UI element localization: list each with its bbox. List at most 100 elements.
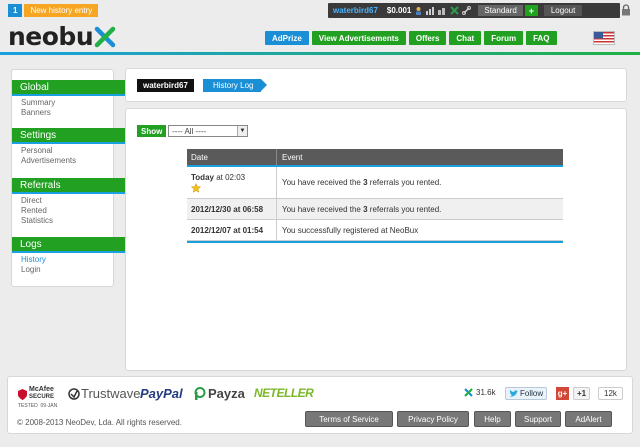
neobux-follower-count: 31.6k [476, 388, 496, 397]
privacy-policy-link[interactable]: Privacy Policy [397, 411, 469, 427]
terms-of-service-link[interactable]: Terms of Service [305, 411, 393, 427]
sidebar-item-summary[interactable]: Summary [21, 98, 55, 107]
trustwave-badge[interactable]: Trustwave [68, 386, 140, 401]
breadcrumb-user[interactable]: waterbird67 [137, 79, 194, 92]
table-row: Today at 02:03 You have received the 3 r… [187, 167, 563, 199]
sidebar-section-global: Global [12, 80, 126, 96]
payza-icon [194, 387, 206, 400]
notification-count: 1 [8, 4, 23, 17]
sidebar-item-personal[interactable]: Personal [21, 146, 53, 155]
trustwave-icon [68, 387, 80, 400]
row-date-time: at 01:54 [231, 225, 264, 235]
logo-wordmark: neobu [8, 22, 94, 51]
logo-x-icon [94, 26, 116, 48]
username-link[interactable]: waterbird67 [333, 6, 378, 15]
nav-faq[interactable]: FAQ [526, 31, 557, 45]
logout-button[interactable]: Logout [543, 5, 583, 16]
trustwave-text: Trustwave [81, 386, 141, 401]
column-header-date: Date [187, 149, 277, 165]
payza-badge[interactable]: Payza [194, 386, 245, 401]
mcafee-shield-icon [18, 389, 27, 400]
sidebar-item-login[interactable]: Login [21, 265, 41, 274]
breadcrumb: waterbird67 History Log [125, 68, 627, 102]
sidebar-item-direct[interactable]: Direct [21, 196, 42, 205]
nav-view-advertisements[interactable]: View Advertisements [311, 31, 406, 45]
neobux-logo[interactable]: neobu [8, 22, 116, 51]
row-date: 2012/12/30 at 06:58 [187, 199, 277, 219]
sidebar-item-advertisements[interactable]: Advertisements [21, 156, 76, 165]
mcafee-tested-text: TESTED 09-JAN [18, 403, 58, 409]
event-text-end: referrals you rented. [367, 204, 442, 214]
row-event: You have received the 3 referrals you re… [277, 167, 563, 198]
filter-select[interactable]: ---- All ---- ▼ [168, 125, 248, 137]
notification-text[interactable]: New history entry [24, 4, 99, 17]
nav-offers[interactable]: Offers [408, 31, 447, 45]
sidebar-item-banners[interactable]: Banners [21, 108, 51, 117]
header-divider [0, 52, 640, 55]
table-row: 2012/12/07 at 01:54 You successfully reg… [187, 220, 563, 241]
breadcrumb-page: History Log [203, 79, 268, 92]
paypal-logo[interactable]: PayPal [140, 386, 183, 401]
neobux-x-icon[interactable] [450, 6, 460, 15]
filter-selected-value: ---- All ---- [172, 126, 207, 136]
row-event: You have received the 3 referrals you re… [277, 199, 563, 219]
table-header: Date Event [187, 149, 563, 165]
follow-label: Follow [520, 389, 544, 398]
event-text: You have received the [282, 178, 364, 187]
nav-chat[interactable]: Chat [449, 31, 482, 45]
event-text-end: referrals you rented. [367, 178, 442, 187]
filter-label: Show [137, 125, 167, 137]
twitter-bird-icon [509, 389, 518, 397]
upgrade-button[interactable]: + [524, 5, 538, 16]
gplus-count: 12k [604, 389, 617, 398]
help-link[interactable]: Help [474, 411, 511, 427]
history-panel: Show ---- All ---- ▼ Date Event Today at… [125, 108, 627, 371]
row-date-time: at 06:58 [231, 204, 264, 214]
membership-badge[interactable]: Standard [478, 5, 523, 16]
row-date: Today at 02:03 [187, 167, 277, 198]
mcafee-text: McAfee [29, 386, 54, 393]
row-date-time: at 02:03 [213, 172, 246, 182]
sidebar-item-history[interactable]: History [21, 255, 46, 264]
main-nav: AdPrize View Advertisements Offers Chat … [265, 31, 557, 45]
main-content: waterbird67 History Log Show ---- All --… [125, 68, 627, 371]
row-event: You successfully registered at NeoBux [277, 220, 563, 240]
history-notification[interactable]: 1 New history entry [8, 4, 99, 17]
mcafee-secure-badge[interactable]: McAfee SECURE TESTED 09-JAN [16, 384, 62, 410]
event-text: You have received the [282, 204, 364, 214]
table-row: 2012/12/30 at 06:58 You have received th… [187, 199, 563, 220]
twitter-follow-button[interactable]: Follow [505, 387, 548, 400]
support-link[interactable]: Support [515, 411, 561, 427]
stats-icon[interactable] [438, 6, 447, 15]
rented-icon[interactable] [426, 6, 435, 15]
nav-forum[interactable]: Forum [484, 31, 524, 45]
google-plus-one-button[interactable]: +1 [573, 387, 591, 400]
nav-adprize[interactable]: AdPrize [265, 31, 309, 45]
gplus-count-bubble: 12k [598, 387, 623, 400]
adalert-link[interactable]: AdAlert [565, 411, 612, 427]
link-icon[interactable] [462, 6, 472, 15]
sidebar-item-rented[interactable]: Rented [21, 206, 47, 215]
row-date-day: 2012/12/30 [191, 204, 232, 214]
sidebar-item-statistics[interactable]: Statistics [21, 216, 53, 225]
language-flag-icon[interactable] [593, 31, 615, 45]
row-date-day: 2012/12/07 [191, 225, 232, 235]
lock-icon[interactable] [621, 4, 631, 16]
sidebar-section-logs: Logs [12, 237, 126, 253]
column-header-event: Event [282, 152, 303, 162]
sidebar: Global Summary Banners Settings Personal… [11, 69, 126, 287]
table-bottom-line [187, 241, 563, 243]
gplus-one-label: +1 [577, 389, 587, 398]
neobux-social[interactable]: 31.6k [464, 388, 496, 397]
sidebar-section-referrals: Referrals [12, 178, 126, 194]
row-date: 2012/12/07 at 01:54 [187, 220, 277, 240]
chevron-down-icon[interactable]: ▼ [237, 126, 247, 136]
event-text: You successfully registered at NeoBux [282, 225, 419, 235]
neteller-logo[interactable]: NETELLER [254, 386, 314, 400]
google-plus-icon[interactable]: g+ [556, 387, 569, 400]
user-bar: waterbird67 $0.001 Standard + Logout [328, 3, 620, 18]
new-star-icon [190, 182, 202, 193]
history-table: Date Event Today at 02:03 You have recei… [187, 149, 563, 243]
footer: McAfee SECURE TESTED 09-JAN Trustwave Pa… [7, 376, 633, 434]
referrals-icon[interactable] [414, 6, 423, 15]
